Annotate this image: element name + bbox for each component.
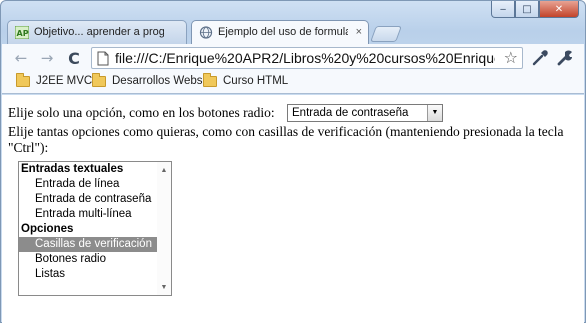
svg-text:AP: AP (17, 29, 29, 38)
bookmark-j2ee-mvc[interactable]: J2EE MVC (16, 72, 93, 87)
tab-title: Ejemplo del uso de formula (218, 26, 348, 38)
bookmark-curso-html[interactable]: Curso HTML (203, 72, 289, 87)
list-option[interactable]: Listas (19, 267, 157, 282)
wrench-icon[interactable] (555, 48, 575, 68)
single-choice-select[interactable]: Entrada de contraseña ▼ (287, 104, 443, 122)
globe-page-icon (199, 26, 213, 39)
window-controls: ‒ □ ✕ (491, 1, 579, 18)
url-text[interactable]: file:///C:/Enrique%20APR2/Libros%20y%20c… (115, 49, 495, 67)
new-tab-button[interactable] (370, 26, 402, 42)
list-option-selected[interactable]: Casillas de verificación (19, 237, 157, 252)
folder-icon (16, 72, 30, 87)
address-bar[interactable]: file:///C:/Enrique%20APR2/Libros%20y%20c… (91, 47, 523, 69)
list-option[interactable]: Entrada multi-línea (19, 207, 157, 222)
list-option[interactable]: Botones radio (19, 252, 157, 267)
checkbox-instruction-text: Elije tantas opciones como quieras, como… (8, 124, 564, 155)
page-icon (97, 51, 109, 66)
bookmark-label: Curso HTML (223, 75, 289, 87)
optgroup-label: Opciones (21, 223, 74, 235)
browser-window: ‒ □ ✕ AP Objetivo... aprender a progr Ej… (0, 0, 586, 323)
radio-instruction-text: Elije solo una opción, como en los boton… (8, 105, 275, 120)
forward-arrow-icon[interactable]: → (38, 49, 56, 67)
browser-toolbar: ← → C file:///C:/Enrique%20APR2/Libros%2… (2, 44, 584, 72)
bookmark-label: J2EE MVC (36, 75, 93, 87)
folder-icon (203, 72, 217, 87)
listbox-scrollbar[interactable]: ▲ ▼ (157, 162, 171, 295)
tab-objetivo[interactable]: AP Objetivo... aprender a progr (7, 20, 187, 44)
star-icon[interactable]: ☆ (504, 48, 518, 67)
select-value: Entrada de contraseña (292, 107, 409, 119)
apr-site-favicon: AP (15, 26, 29, 39)
list-option[interactable]: Entrada de contraseña (19, 192, 157, 207)
minimize-button[interactable]: ‒ (491, 1, 515, 18)
scroll-up-icon[interactable]: ▲ (157, 164, 171, 176)
dropper-icon[interactable] (530, 48, 550, 68)
tab-ejemplo[interactable]: Ejemplo del uso de formula × (191, 20, 369, 44)
bookmarks-bar: J2EE MVC Desarrollos Webs Curso HTML (2, 72, 584, 94)
maximize-button[interactable]: □ (515, 1, 539, 18)
tab-strip: AP Objetivo... aprender a progr Ejemplo … (7, 17, 487, 44)
tab-close-icon[interactable]: × (356, 21, 362, 43)
tab-title: Objetivo... aprender a progr (34, 26, 164, 38)
bookmark-label: Desarrollos Webs (112, 75, 203, 87)
dropdown-arrow-icon[interactable]: ▼ (427, 105, 442, 121)
reload-icon[interactable]: C (65, 49, 83, 68)
bookmark-desarrollos-webs[interactable]: Desarrollos Webs (92, 72, 203, 87)
scroll-down-icon[interactable]: ▼ (157, 281, 171, 293)
multi-select-listbox[interactable]: Entradas textuales Entrada de línea Entr… (18, 161, 172, 296)
page-content: Elije solo una opción, como en los boton… (2, 95, 584, 323)
back-arrow-icon[interactable]: ← (12, 49, 30, 67)
folder-icon (92, 72, 106, 87)
close-window-button[interactable]: ✕ (539, 1, 579, 18)
list-option[interactable]: Entrada de línea (19, 177, 157, 192)
optgroup-label: Entradas textuales (21, 163, 124, 175)
